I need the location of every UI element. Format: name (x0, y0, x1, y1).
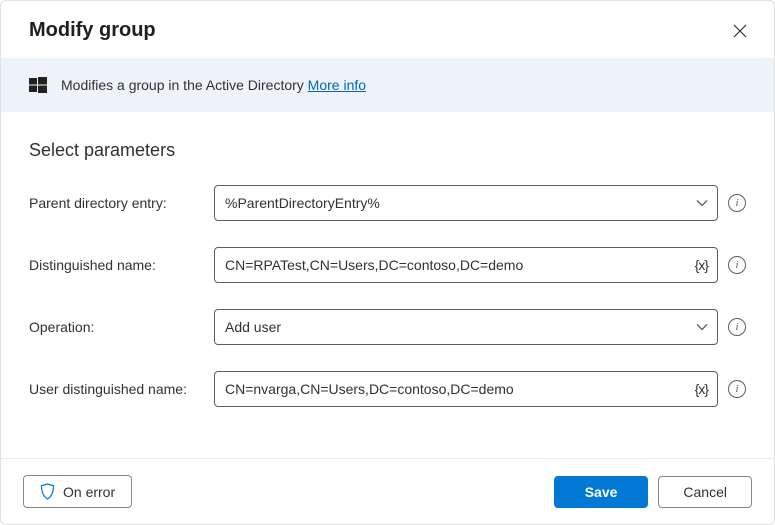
variable-icon[interactable]: {x} (695, 257, 708, 273)
banner-description: Modifies a group in the Active Directory (61, 77, 308, 93)
operation-row: Operation: i (29, 309, 746, 345)
footer-actions: Save Cancel (554, 476, 752, 508)
on-error-button[interactable]: On error (23, 475, 132, 508)
dialog-footer: On error Save Cancel (1, 458, 774, 524)
operation-input-wrapper (214, 309, 718, 345)
operation-label: Operation: (29, 319, 204, 335)
parent-directory-input-wrapper (214, 185, 718, 221)
more-info-link[interactable]: More info (308, 77, 366, 93)
dialog-title: Modify group (29, 19, 156, 42)
parent-directory-select[interactable] (214, 185, 718, 221)
save-button[interactable]: Save (554, 476, 649, 508)
distinguished-name-row: Distinguished name: {x} i (29, 247, 746, 283)
distinguished-name-input[interactable] (214, 247, 718, 283)
info-icon[interactable]: i (728, 194, 746, 212)
info-icon[interactable]: i (728, 256, 746, 274)
dialog-header: Modify group (1, 1, 774, 58)
distinguished-name-input-wrapper: {x} (214, 247, 718, 283)
on-error-label: On error (63, 484, 115, 500)
info-icon[interactable]: i (728, 380, 746, 398)
section-title: Select parameters (29, 140, 746, 161)
close-icon (733, 24, 747, 38)
close-button[interactable] (730, 21, 750, 41)
distinguished-name-label: Distinguished name: (29, 257, 204, 273)
chevron-down-icon[interactable] (696, 199, 708, 207)
shield-icon (40, 483, 55, 500)
windows-icon (29, 76, 47, 94)
cancel-button[interactable]: Cancel (658, 476, 752, 508)
user-distinguished-name-input[interactable] (214, 371, 718, 407)
operation-select[interactable] (214, 309, 718, 345)
info-banner: Modifies a group in the Active Directory… (1, 58, 774, 112)
dialog-content: Select parameters Parent directory entry… (1, 112, 774, 458)
user-distinguished-name-row: User distinguished name: {x} i (29, 371, 746, 407)
user-distinguished-name-label: User distinguished name: (29, 381, 204, 397)
parent-directory-label: Parent directory entry: (29, 195, 204, 211)
parent-directory-row: Parent directory entry: i (29, 185, 746, 221)
variable-icon[interactable]: {x} (695, 381, 708, 397)
info-icon[interactable]: i (728, 318, 746, 336)
modify-group-dialog: Modify group Modifies a group in the Act… (0, 0, 775, 525)
chevron-down-icon[interactable] (696, 323, 708, 331)
user-distinguished-name-input-wrapper: {x} (214, 371, 718, 407)
banner-text: Modifies a group in the Active Directory… (61, 77, 366, 93)
